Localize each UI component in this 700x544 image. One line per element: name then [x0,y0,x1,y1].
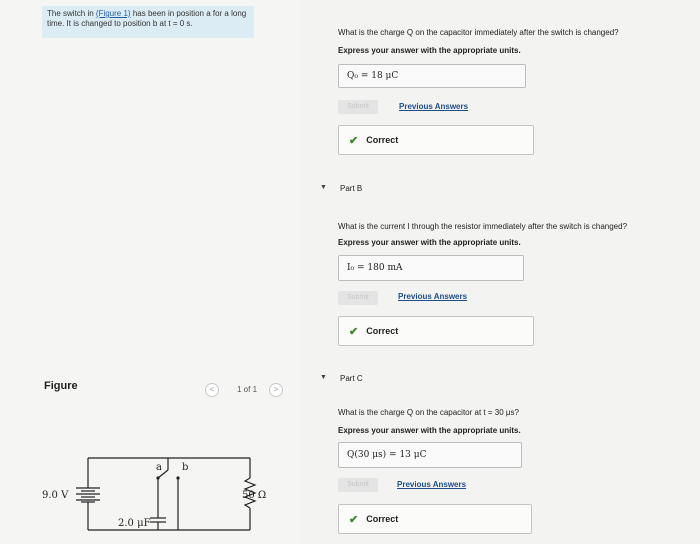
prev-figure-button[interactable]: < [205,383,219,397]
left-panel: The switch in (Figure 1) has been in pos… [0,0,300,544]
partA-question: What is the charge Q on the capacitor im… [338,28,619,37]
partC-collapse-icon[interactable]: ▼ [320,374,327,381]
figure-label: Figure [44,380,78,392]
capacitor-label: 2.0 μF [118,518,151,529]
partB-correct-banner: ✔ Correct [338,316,534,346]
next-figure-button[interactable]: > [269,383,283,397]
partA-previous-answers-link[interactable]: Previous Answers [399,102,468,111]
check-icon: ✔ [349,134,359,147]
partB-question: What is the current I through the resist… [338,222,628,231]
switch-contact-a [156,476,160,480]
partC-previous-answers-link[interactable]: Previous Answers [397,480,466,489]
circuit-diagram: 9.0 V 2.0 μF 50 Ω a b [42,457,266,531]
check-icon: ✔ [349,325,359,338]
switch-label-b: b [182,462,188,473]
switch-label-a: a [156,462,162,473]
problem-statement: The switch in (Figure 1) has been in pos… [42,6,254,38]
partC-correct-banner: ✔ Correct [338,504,532,534]
switch-contact-b [176,476,180,480]
partC-answer-field[interactable]: Q(30 μs) = 13 μC [338,442,522,468]
partB-previous-answers-link[interactable]: Previous Answers [398,292,467,301]
partC-instruction: Express your answer with the appropriate… [338,426,521,435]
partB-status: Correct [366,326,399,336]
partA-submit-button[interactable]: Submit [338,100,378,114]
partC-status: Correct [366,514,399,524]
partC-question: What is the charge Q on the capacitor at… [338,408,519,417]
partB-instruction: Express your answer with the appropriate… [338,238,521,247]
partC-submit-button[interactable]: Submit [338,478,378,492]
resistor-label: 50 Ω [242,490,266,501]
battery-label: 9.0 V [42,490,69,501]
partB-title[interactable]: Part B [340,184,362,193]
partA-instruction: Express your answer with the appropriate… [338,46,521,55]
figure-count: 1 of 1 [237,385,258,394]
partB-collapse-icon[interactable]: ▼ [320,184,327,191]
check-icon: ✔ [349,513,359,526]
partB-answer-field[interactable]: I₀ = 180 mA [338,255,524,281]
partA-correct-banner: ✔ Correct [338,125,534,155]
questions-panel: What is the charge Q on the capacitor im… [300,0,700,544]
partA-status: Correct [366,135,399,145]
partC-title[interactable]: Part C [340,374,363,383]
partB-submit-button[interactable]: Submit [338,291,378,305]
problem-text-prefix: The switch in [47,9,96,18]
partA-answer-field[interactable]: Q₀ = 18 μC [338,64,526,88]
figure-pager: < 1 of 1 > [205,383,285,397]
figure-link[interactable]: (Figure 1) [96,9,131,18]
